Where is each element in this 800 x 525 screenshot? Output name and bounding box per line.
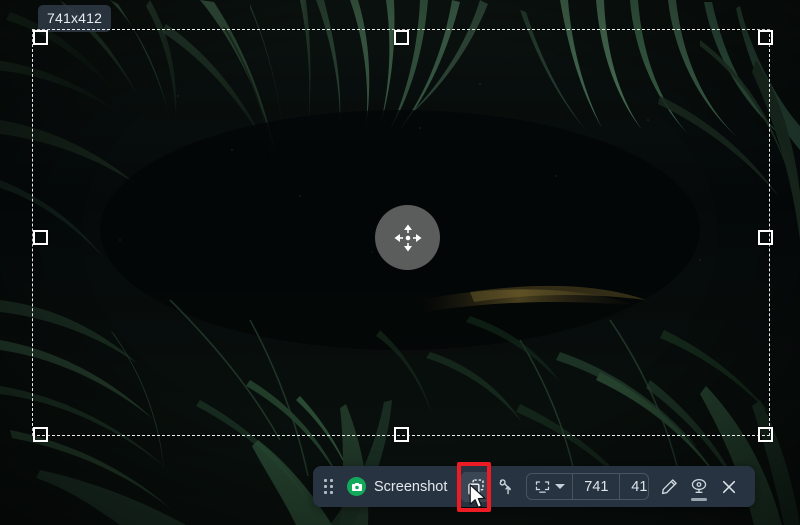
webcam-record-icon (691, 478, 707, 493)
pin-upload-icon (499, 479, 511, 495)
handle-bottom-left[interactable] (33, 427, 48, 442)
handle-bottom-right[interactable] (758, 427, 773, 442)
camera-icon (347, 477, 366, 496)
drag-dots-icon[interactable] (324, 479, 333, 494)
handle-bottom-center[interactable] (394, 427, 409, 442)
move-four-arrows-icon (394, 224, 421, 251)
chevron-down-icon (555, 484, 566, 489)
close-button[interactable] (714, 472, 744, 502)
pencil-icon (661, 479, 677, 495)
app-label: Screenshot (374, 478, 448, 495)
close-x-icon (722, 480, 736, 493)
handle-top-right[interactable] (758, 30, 773, 45)
height-input[interactable]: 412 (619, 474, 648, 499)
mouse-cursor (469, 484, 486, 509)
selection-dimension-badge: 741x412 (38, 5, 112, 32)
pin-button[interactable] (491, 472, 521, 502)
camera-glyph (351, 482, 362, 491)
handle-top-center[interactable] (394, 30, 409, 45)
screenshot-toolbar: Screenshot 741 41 (313, 466, 755, 507)
handle-middle-right[interactable] (758, 230, 773, 245)
width-input[interactable]: 741 (572, 474, 619, 499)
move-selection-handle[interactable] (375, 205, 440, 270)
capture-mode-button[interactable] (527, 474, 572, 499)
handle-middle-left[interactable] (33, 230, 48, 245)
record-active-underline (691, 497, 707, 501)
screen-monitor-icon (536, 481, 550, 493)
screenshot-capture-screen: 741x412 Screenshot 741 41 (0, 0, 800, 525)
handle-top-left[interactable] (33, 30, 48, 45)
capture-settings-group: 741 412 (526, 473, 649, 500)
record-button[interactable] (684, 472, 714, 502)
edit-button[interactable] (654, 472, 684, 502)
